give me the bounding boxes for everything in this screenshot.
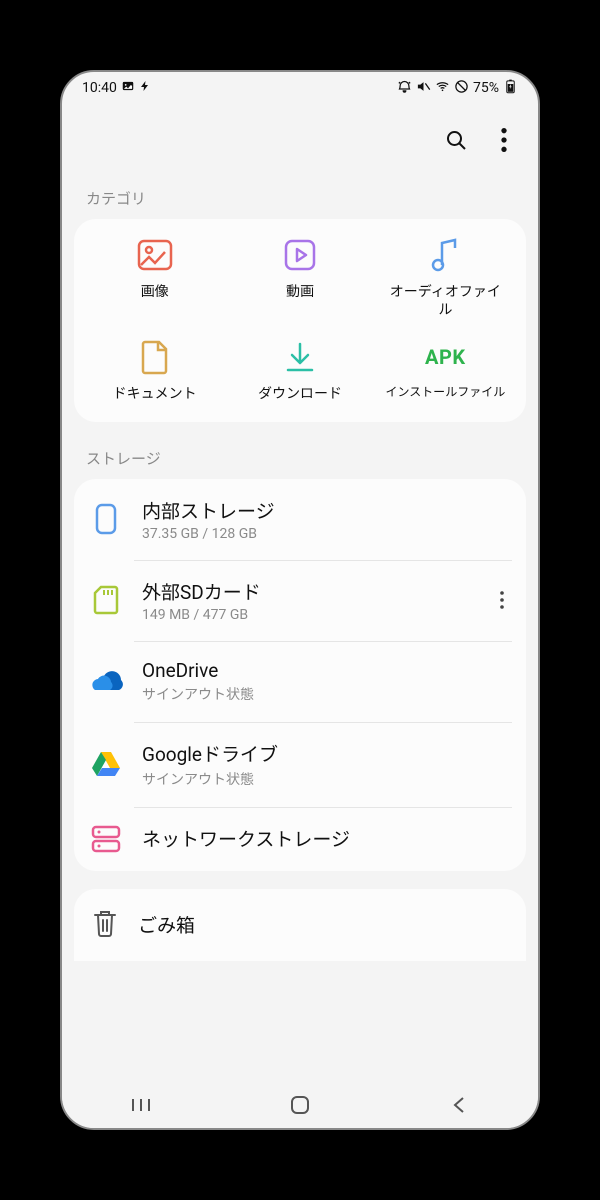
nav-bar	[62, 1082, 538, 1128]
sdcard-icon	[88, 585, 124, 615]
category-apk[interactable]: APK インストールファイル	[373, 339, 518, 403]
category-label: オーディオファイル	[385, 283, 505, 319]
storage-internal[interactable]: 内部ストレージ 37.35 GB / 128 GB	[74, 479, 526, 560]
audio-icon	[430, 237, 460, 273]
network-storage-icon	[88, 825, 124, 853]
download-icon	[283, 339, 317, 375]
storage-title: ネットワークストレージ	[142, 825, 512, 852]
category-section-label: カテゴリ	[62, 180, 538, 219]
status-bar: 10:40 75%	[62, 72, 538, 104]
phone-frame: 10:40 75% カテゴリ	[60, 70, 540, 1130]
storage-card: 内部ストレージ 37.35 GB / 128 GB 外部SDカード 149 MB…	[74, 479, 526, 871]
category-documents[interactable]: ドキュメント	[82, 339, 227, 403]
storage-sub: 37.35 GB / 128 GB	[142, 526, 512, 542]
category-label: ダウンロード	[258, 385, 342, 403]
apk-icon: APK	[425, 339, 466, 375]
storage-section-label: ストレージ	[62, 440, 538, 479]
trash-icon	[92, 909, 118, 941]
wifi-icon	[435, 79, 450, 98]
nav-recents[interactable]	[121, 1095, 161, 1115]
document-icon	[140, 339, 170, 375]
storage-network[interactable]: ネットワークストレージ	[74, 807, 526, 871]
toolbar	[62, 104, 538, 180]
alarm-icon	[397, 79, 412, 98]
storage-title: 外部SDカード	[142, 578, 474, 605]
charging-icon	[139, 80, 151, 96]
trash-label: ごみ箱	[138, 911, 195, 938]
category-label: インストールファイル	[385, 385, 505, 401]
nav-home[interactable]	[280, 1095, 320, 1115]
storage-title: 内部ストレージ	[142, 497, 512, 524]
mute-icon	[416, 79, 431, 98]
do-not-disturb-icon	[454, 79, 469, 98]
googledrive-icon	[88, 751, 124, 777]
category-label: 動画	[286, 283, 314, 301]
category-card: 画像 動画 オーディオファイル ドキュメント	[74, 219, 526, 422]
image-indicator-icon	[121, 79, 135, 97]
category-label: ドキュメント	[113, 385, 197, 403]
status-time: 10:40	[82, 80, 117, 96]
battery-icon	[503, 79, 518, 98]
storage-sub: 149 MB / 477 GB	[142, 607, 474, 623]
image-icon	[137, 237, 173, 273]
storage-onedrive[interactable]: OneDrive サインアウト状態	[74, 641, 526, 722]
trash-item[interactable]: ごみ箱	[74, 889, 526, 961]
nav-back[interactable]	[439, 1095, 479, 1115]
category-videos[interactable]: 動画	[227, 237, 372, 319]
search-icon[interactable]	[444, 128, 468, 156]
video-icon	[283, 237, 317, 273]
category-audio[interactable]: オーディオファイル	[373, 237, 518, 319]
onedrive-icon	[88, 670, 124, 692]
storage-sdcard[interactable]: 外部SDカード 149 MB / 477 GB	[74, 560, 526, 641]
storage-sub: サインアウト状態	[142, 684, 512, 704]
storage-sub: サインアウト状態	[142, 769, 512, 789]
category-downloads[interactable]: ダウンロード	[227, 339, 372, 403]
phone-storage-icon	[88, 503, 124, 535]
battery-text: 75%	[473, 80, 499, 96]
storage-googledrive[interactable]: Googleドライブ サインアウト状態	[74, 722, 526, 807]
storage-title: Googleドライブ	[142, 740, 512, 767]
sdcard-more-icon[interactable]	[492, 591, 512, 609]
storage-title: OneDrive	[142, 659, 512, 682]
category-label: 画像	[141, 283, 169, 301]
more-icon[interactable]	[492, 128, 516, 156]
category-images[interactable]: 画像	[82, 237, 227, 319]
